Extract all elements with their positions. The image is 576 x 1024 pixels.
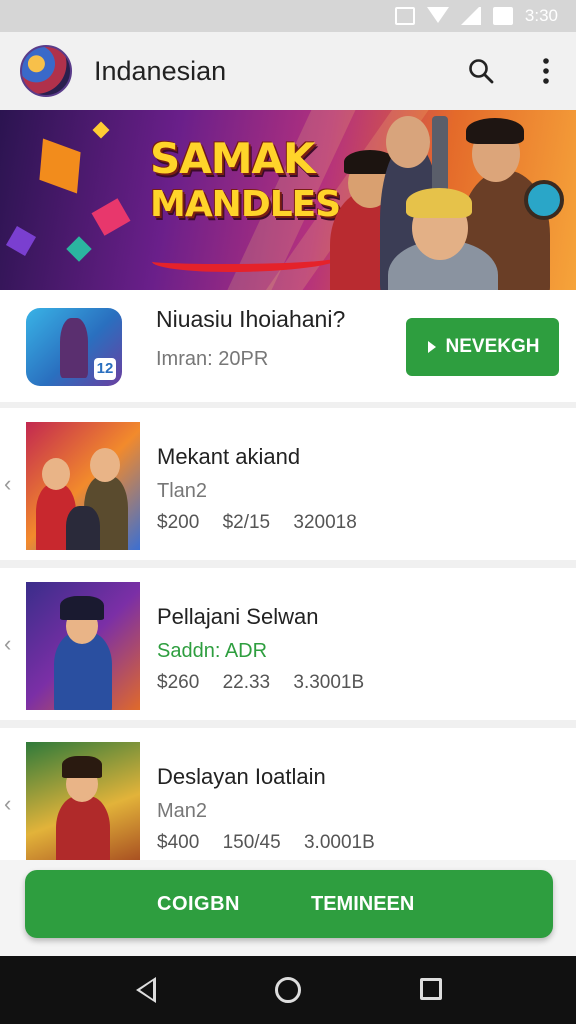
- list-item-subtitle: Tlan2: [157, 480, 208, 502]
- hero-head: [386, 116, 430, 168]
- list-item-title: Pellajani Selwan: [157, 604, 319, 629]
- bottom-action-button[interactable]: COIGBN TEMINEEN: [25, 870, 553, 938]
- list-item[interactable]: ‹ Deslayan Ioatlain Man2 $400 150/45 3.0…: [0, 728, 576, 880]
- promo-banner[interactable]: SAMAK MANDLES: [0, 110, 576, 290]
- status-time: 3:30: [524, 6, 558, 25]
- install-button-label: NEVEKGH: [445, 336, 540, 357]
- list-item-prices: $260 22.33 3.3001B: [157, 672, 382, 694]
- vibrate-icon: [394, 7, 415, 25]
- chevron-left-icon[interactable]: ‹: [4, 792, 18, 816]
- install-button[interactable]: NEVEKGH: [406, 318, 559, 376]
- featured-app-subtitle: Imran: 20PR: [156, 348, 269, 370]
- more-vert-icon[interactable]: [534, 57, 558, 85]
- list-item-title: Mekant akiand: [157, 444, 301, 469]
- banner-title-line2: MANDLES: [150, 184, 341, 225]
- search-icon[interactable]: [468, 58, 494, 84]
- list-item-prices: $200 $2/15 320018: [157, 512, 375, 534]
- featured-app-figure: [60, 318, 88, 378]
- list-item-price: $400: [157, 832, 200, 853]
- banner-title-line1: SAMAK: [150, 134, 316, 183]
- list-item-rating: 22.33: [222, 672, 271, 693]
- hero-hair: [466, 118, 524, 144]
- back-icon-inner: [140, 981, 153, 999]
- banner-shard: [39, 138, 81, 194]
- list-item-price: $260: [157, 672, 200, 693]
- app-screen: 3:30 Indanesian SAMAK MANDLES 12 Niuasiu…: [0, 0, 576, 1024]
- list-item-count: 3.3001B: [293, 672, 365, 693]
- banner-shard: [66, 236, 92, 262]
- list-item-thumbnail: [26, 422, 140, 550]
- list-item-price: $200: [157, 512, 200, 533]
- list-item[interactable]: ‹ Pellajani Selwan Saddn: ADR $260 22.33…: [0, 568, 576, 720]
- hero-hair: [406, 188, 472, 218]
- bottom-action-area: COIGBN TEMINEEN: [0, 860, 576, 956]
- recents-icon[interactable]: [420, 978, 442, 1000]
- bottom-button-left-label[interactable]: COIGBN: [157, 893, 240, 916]
- list-item-thumbnail: [26, 742, 140, 870]
- bottom-button-right-label[interactable]: TEMINEEN: [311, 893, 414, 916]
- list-item-title: Deslayan Ioatlain: [157, 764, 326, 789]
- battery-icon: [492, 7, 513, 25]
- status-bar: 3:30: [0, 0, 576, 32]
- banner-title: SAMAK MANDLES: [150, 136, 350, 228]
- list-item-rating: 150/45: [222, 832, 281, 853]
- app-bar: Indanesian: [0, 32, 576, 110]
- play-arrow-icon: [427, 341, 436, 353]
- featured-app-badge: 12: [94, 358, 116, 380]
- banner-shard: [92, 121, 110, 139]
- chevron-left-icon[interactable]: ‹: [4, 632, 18, 656]
- signal-icon: [460, 7, 481, 25]
- list-item-count: 320018: [293, 512, 357, 533]
- wifi-icon: [426, 7, 449, 25]
- home-icon[interactable]: [275, 977, 301, 1003]
- system-nav-bar: [0, 956, 576, 1024]
- list-item[interactable]: ‹ Mekant akiand Tlan2 $200 $2/15 320018: [0, 408, 576, 560]
- banner-shard: [91, 198, 131, 236]
- app-list: ‹ Mekant akiand Tlan2 $200 $2/15 320018 …: [0, 402, 576, 880]
- app-avatar[interactable]: [20, 45, 72, 97]
- list-item-rating: $2/15: [222, 512, 271, 533]
- featured-app-icon[interactable]: 12: [26, 308, 122, 386]
- list-item-prices: $400 150/45 3.0001B: [157, 832, 393, 854]
- list-item-subtitle: Saddn: ADR: [157, 640, 268, 662]
- hero-shield: [524, 180, 564, 220]
- list-item-subtitle: Man2: [157, 800, 208, 822]
- chevron-left-icon[interactable]: ‹: [4, 472, 18, 496]
- banner-shard: [5, 225, 37, 257]
- list-item-count: 3.0001B: [303, 832, 375, 853]
- featured-app-row[interactable]: 12 Niuasiu Ihoiahani? Imran: 20PR NEVEKG…: [0, 290, 576, 402]
- featured-app-title: Niuasiu Ihoiahani?: [156, 306, 346, 332]
- list-item-thumbnail: [26, 582, 140, 710]
- app-title: Indanesian: [94, 56, 227, 86]
